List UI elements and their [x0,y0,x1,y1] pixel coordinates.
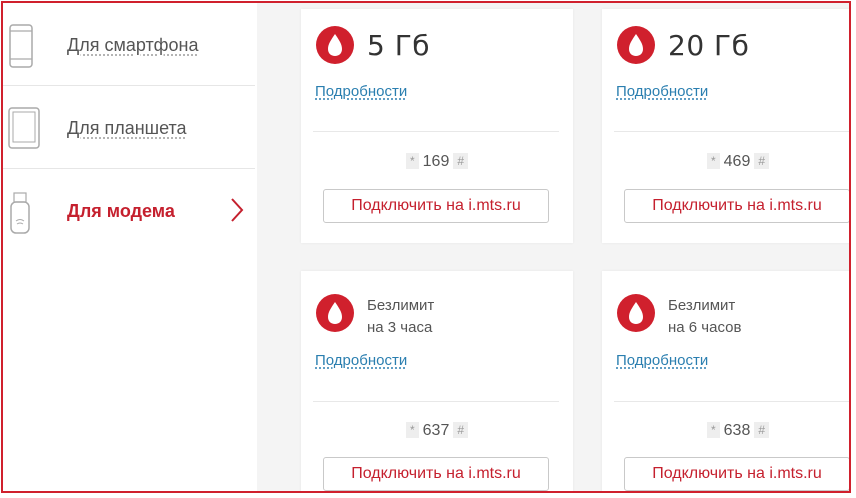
sidebar-item-tablet[interactable]: Для планшета [3,86,255,169]
ussd-code-number: 637 [422,422,450,439]
tariff-card: 20 Гб Подробности * 469 # Подключить на i.… [602,9,849,243]
asterisk-symbol: * [706,422,720,438]
divider [614,131,849,132]
usb-modem-icon [7,191,33,240]
hash-symbol: # [453,422,469,438]
tariff-card: 5 Гб Подробности * 169 # Подключить на i.m… [301,9,573,243]
package-title-line1: Безлимит [367,297,435,314]
ussd-code: * 469 # [602,153,849,171]
sidebar-item-smartphone[interactable]: Для смартфона [3,3,255,86]
device-sidebar: Для смартфона Для планшета Для модема [3,3,257,491]
package-title-line1: Безлимит [668,297,736,314]
sidebar-item-label: Для планшета [67,118,187,138]
package-volume: 20 Гб [668,29,750,62]
package-volume: 5 Гб [367,29,431,62]
tariff-card: Безлимит на 3 часа Подробности * 637 # Под… [301,271,573,491]
ussd-code-number: 638 [723,422,751,439]
asterisk-symbol: * [706,153,720,169]
smartphone-icon [7,23,35,74]
ussd-code-number: 469 [723,153,751,170]
asterisk-symbol: * [405,422,419,438]
tablet-icon [7,106,41,155]
hash-symbol: # [453,153,469,169]
mts-egg-logo-icon [315,293,355,338]
tariff-options-panel: Для смартфона Для планшета Для модема 5 … [1,1,851,493]
ussd-code-number: 169 [422,153,450,170]
package-title-line2: на 3 часа [367,319,433,336]
sidebar-item-label: Для модема [67,201,175,221]
connect-button[interactable]: Подключить на i.mts.ru [323,457,549,491]
divider [313,401,559,402]
details-link[interactable]: Подробности [315,352,407,369]
sidebar-item-modem[interactable]: Для модема [3,169,255,251]
mts-egg-logo-icon [315,25,355,70]
ussd-code: * 637 # [301,422,573,440]
divider [313,131,559,132]
ussd-code: * 169 # [301,153,573,171]
hash-symbol: # [754,422,770,438]
chevron-right-icon [229,197,245,228]
divider [614,401,849,402]
ussd-code: * 638 # [602,422,849,440]
hash-symbol: # [754,153,770,169]
details-link[interactable]: Подробности [315,83,407,100]
asterisk-symbol: * [405,153,419,169]
mts-egg-logo-icon [616,293,656,338]
connect-button[interactable]: Подключить на i.mts.ru [624,189,849,223]
details-link[interactable]: Подробности [616,352,708,369]
package-title-line2: на 6 часов [668,319,742,336]
details-link[interactable]: Подробности [616,83,708,100]
tariff-card: Безлимит на 6 часов Подробности * 638 # По… [602,271,849,491]
connect-button[interactable]: Подключить на i.mts.ru [624,457,849,491]
connect-button[interactable]: Подключить на i.mts.ru [323,189,549,223]
mts-egg-logo-icon [616,25,656,70]
sidebar-item-label: Для смартфона [67,35,199,55]
